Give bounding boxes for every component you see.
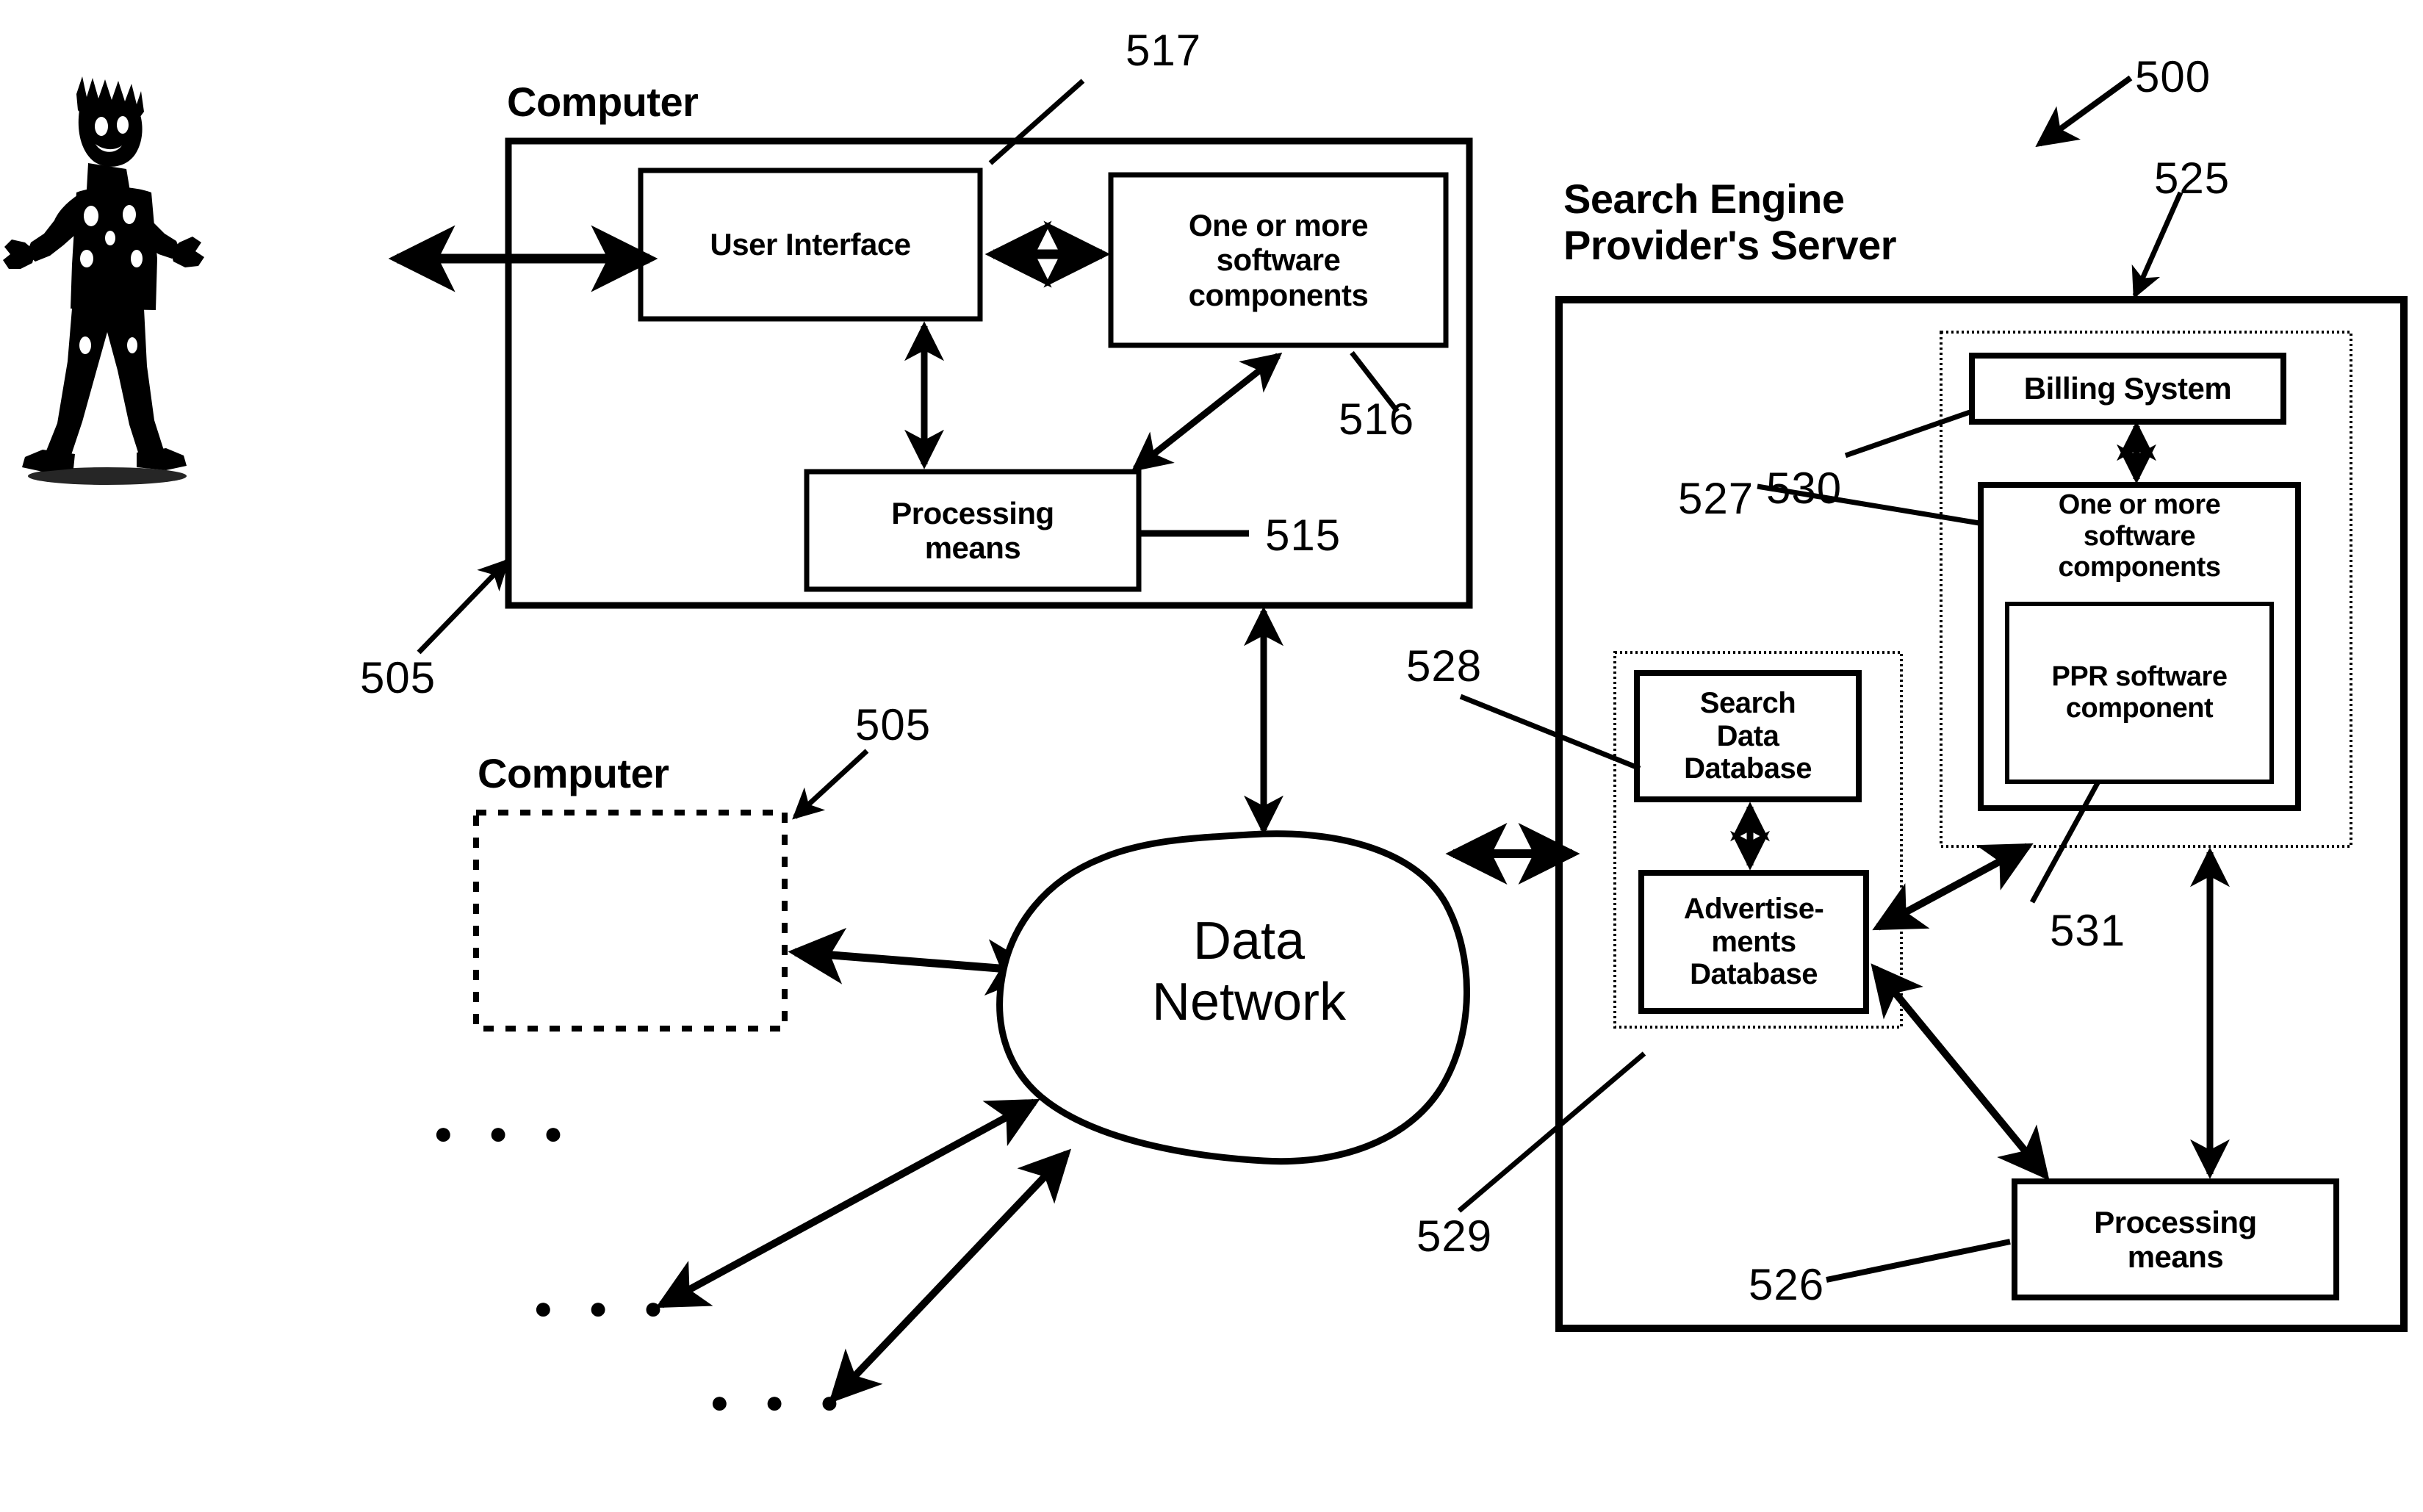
leader-505-client <box>417 558 510 655</box>
ref-531: 531 <box>2050 906 2126 955</box>
arrow-adsdb-to-processing <box>1871 963 2050 1181</box>
leader-530 <box>1844 408 1973 458</box>
ellipsis-group-2: ● ● ● <box>533 1290 677 1326</box>
ref-528: 528 <box>1406 641 1483 691</box>
ref-505-second: 505 <box>855 700 932 749</box>
server-processing-means-label: Processing means <box>2094 1204 2257 1274</box>
client-computer-second-heading: Computer <box>478 750 669 796</box>
server-software-components-label: One or more software components <box>2058 489 2221 583</box>
server-heading: Search Engine Provider's Server <box>1563 176 1897 268</box>
ref-500: 500 <box>2135 52 2211 101</box>
ref-527: 527 <box>1678 474 1754 523</box>
arrow-processing-to-software <box>1131 352 1283 472</box>
search-data-database-label-wrap: Search Data Database <box>1637 673 1859 799</box>
search-data-database-label: Search Data Database <box>1684 686 1812 785</box>
ellipsis-group-1: ● ● ● <box>433 1115 577 1151</box>
ref-530: 530 <box>1766 464 1843 513</box>
ref-517: 517 <box>1126 26 1202 75</box>
leader-528 <box>1459 694 1641 771</box>
ref-505-client: 505 <box>360 653 436 702</box>
leader-525 <box>2131 191 2183 299</box>
arrow-adsdb-to-software <box>1872 843 2034 931</box>
ref-526: 526 <box>1749 1260 1825 1309</box>
client-computer-box-second <box>473 810 788 1032</box>
leader-529 <box>1457 1051 1646 1213</box>
ref-516: 516 <box>1339 395 1415 444</box>
ref-529: 529 <box>1416 1212 1493 1261</box>
user-interface-label: User Interface <box>710 227 911 262</box>
patent-figure: Computer User Interface One or more soft… <box>0 0 2423 1512</box>
client-processing-means-label-wrap: Processing means <box>807 472 1139 589</box>
billing-system-label-wrap: Billing System <box>1972 356 2283 422</box>
user-interface-label-wrap: User Interface <box>641 170 980 319</box>
leader-531 <box>2029 780 2101 904</box>
leader-500 <box>2035 75 2133 148</box>
ppr-software-component-label-wrap: PPR software component <box>2007 604 2272 782</box>
advertisements-database-label: Advertise- ments Database <box>1683 892 1824 991</box>
user-figure-icon <box>3 76 204 485</box>
server-box <box>1555 296 2408 1332</box>
server-processing-means-label-wrap: Processing means <box>2015 1181 2336 1297</box>
data-network-label: Data Network <box>1151 912 1347 1032</box>
leader-505-second <box>792 749 869 820</box>
ref-515: 515 <box>1265 511 1342 560</box>
client-computer-heading: Computer <box>507 79 699 125</box>
leader-517 <box>988 79 1085 165</box>
advertisements-database-label-wrap: Advertise- ments Database <box>1641 873 1866 1011</box>
billing-system-label: Billing System <box>2023 371 2232 406</box>
ref-525: 525 <box>2154 154 2231 203</box>
arrow-network-to-ellipsis-3 <box>828 1148 1072 1404</box>
server-software-components-label-wrap: One or more software components <box>1981 489 2298 600</box>
client-processing-means-label: Processing means <box>891 495 1054 565</box>
ellipsis-group-3: ● ● ● <box>710 1384 853 1420</box>
arrow-second-computer-to-network <box>788 927 1043 996</box>
leader-526 <box>1826 1239 2011 1283</box>
client-software-components-label-wrap: One or more software components <box>1111 175 1446 345</box>
client-software-components-label: One or more software components <box>1188 208 1369 312</box>
ppr-software-component-label: PPR software component <box>2051 661 2228 724</box>
arrow-network-to-ellipsis-2 <box>655 1098 1040 1308</box>
